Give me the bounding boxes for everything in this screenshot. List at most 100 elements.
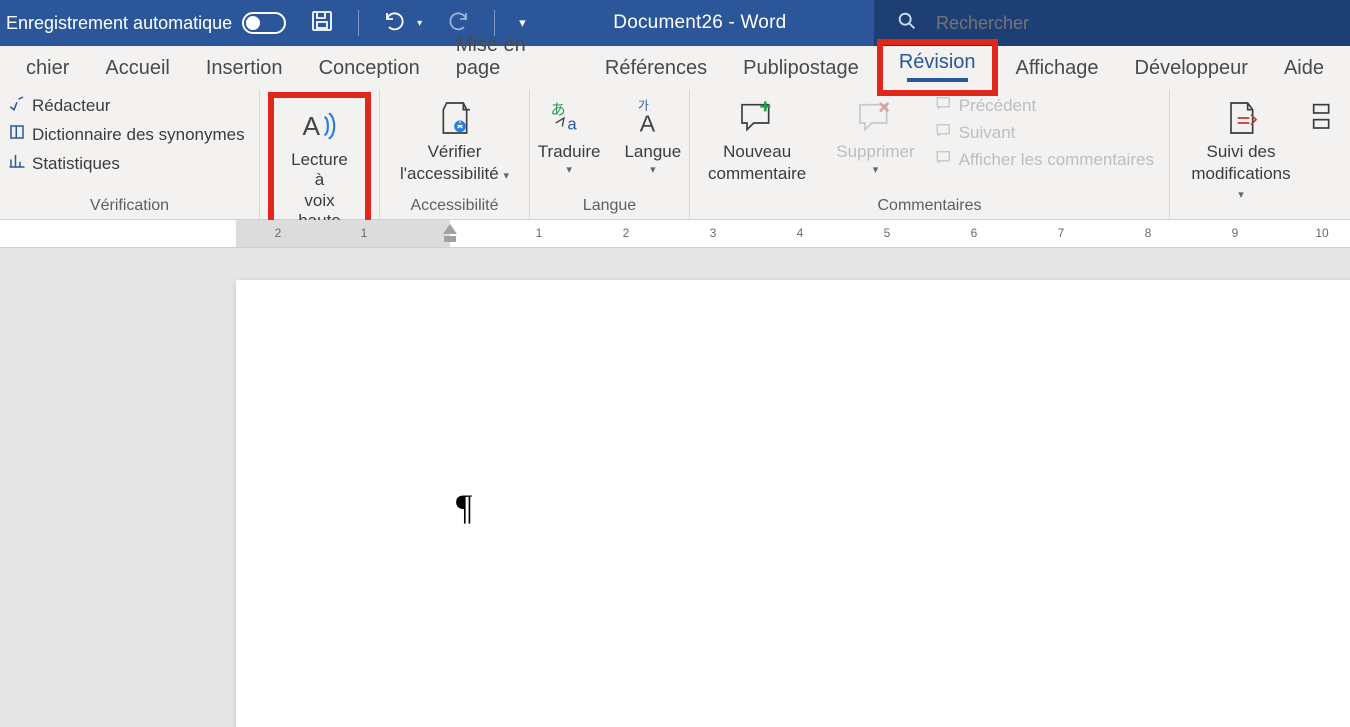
read-aloud-icon: A bbox=[299, 104, 341, 148]
traduire-button[interactable]: あa Traduire ▾ bbox=[528, 92, 611, 176]
chevron-down-icon: ▾ bbox=[1238, 189, 1244, 201]
suivi-label-1: Suivi des bbox=[1207, 142, 1276, 162]
ruler-number: 2 bbox=[623, 226, 630, 240]
ribbon-tabs: chier Accueil Insertion Conception Mise … bbox=[0, 46, 1350, 90]
group-verification: Rédacteur Dictionnaire des synonymes Sta… bbox=[0, 90, 260, 219]
tab-fichier[interactable]: chier bbox=[8, 49, 87, 90]
supprimer-commentaire-button[interactable]: Supprimer ▾ bbox=[826, 92, 924, 176]
tab-mise-en-page[interactable]: Mise en page bbox=[438, 26, 587, 90]
autosave-section: Enregistrement automatique bbox=[0, 12, 300, 34]
chevron-down-icon: ▾ bbox=[503, 170, 509, 182]
ruler-number: 10 bbox=[1315, 226, 1328, 240]
ruler-number: 7 bbox=[1058, 226, 1065, 240]
ruler-number: 4 bbox=[797, 226, 804, 240]
comment-prev-icon bbox=[935, 94, 953, 117]
tab-revision[interactable]: Révision bbox=[893, 47, 982, 84]
nouveau-commentaire-button[interactable]: Nouveau commentaire bbox=[698, 92, 816, 183]
afficher-label: Afficher les commentaires bbox=[959, 150, 1154, 170]
statistiques-button[interactable]: Statistiques bbox=[8, 152, 245, 175]
langue-button[interactable]: 가A Langue ▾ bbox=[614, 92, 691, 176]
tab-developpeur[interactable]: Développeur bbox=[1117, 49, 1266, 90]
track-changes-icon bbox=[1220, 96, 1262, 140]
ribbon: Rédacteur Dictionnaire des synonymes Sta… bbox=[0, 90, 1350, 220]
tab-references[interactable]: Références bbox=[587, 49, 725, 90]
comment-nav-list: Précédent Suivant Afficher les commentai… bbox=[935, 92, 1154, 171]
lecture-voix-haute-button[interactable]: A Lecture à voix haute bbox=[280, 100, 359, 230]
group-label: Vérification bbox=[8, 197, 251, 217]
highlight-lecture-voix-haute: A Lecture à voix haute bbox=[268, 92, 371, 238]
redacteur-label: Rédacteur bbox=[32, 96, 110, 116]
svg-text:あ: あ bbox=[551, 102, 566, 119]
paragraph-mark: ¶ bbox=[456, 486, 472, 528]
undo-icon[interactable] bbox=[383, 9, 407, 38]
suivant-label: Suivant bbox=[959, 123, 1016, 143]
search-input[interactable] bbox=[936, 13, 1328, 34]
group-fonction-vocale: A Lecture à voix haute Fonction vocale bbox=[260, 90, 380, 219]
traduire-label: Traduire bbox=[538, 142, 601, 162]
ruler-number: 8 bbox=[1145, 226, 1152, 240]
separator bbox=[358, 10, 359, 36]
langue-label: Langue bbox=[624, 142, 681, 162]
undo-dropdown-icon[interactable]: ▾ bbox=[417, 18, 422, 29]
dictionnaire-button[interactable]: Dictionnaire des synonymes bbox=[8, 123, 245, 146]
dictionnaire-label: Dictionnaire des synonymes bbox=[32, 125, 245, 145]
chevron-down-icon: ▾ bbox=[873, 164, 879, 177]
suivi-modifications-button[interactable]: Suivi des modifications ▾ bbox=[1178, 92, 1304, 203]
svg-text:A: A bbox=[302, 111, 320, 141]
show-comments-icon bbox=[935, 148, 953, 171]
group-langue: あa Traduire ▾ 가A Langue ▾ Langue bbox=[530, 90, 690, 219]
autosave-toggle[interactable] bbox=[242, 12, 286, 34]
precedent-button[interactable]: Précédent bbox=[935, 94, 1154, 117]
redacteur-icon bbox=[8, 94, 26, 117]
language-icon: 가A bbox=[633, 96, 673, 140]
precedent-label: Précédent bbox=[959, 96, 1037, 116]
group-label: Langue bbox=[538, 197, 681, 217]
nouveau-label-2: commentaire bbox=[708, 164, 806, 184]
ruler-number: 1 bbox=[536, 226, 543, 240]
group-label: Commentaires bbox=[698, 197, 1161, 217]
tab-aide[interactable]: Aide bbox=[1266, 49, 1342, 90]
comment-next-icon bbox=[935, 121, 953, 144]
save-icon[interactable] bbox=[310, 9, 334, 38]
suivant-button[interactable]: Suivant bbox=[935, 121, 1154, 144]
accessibility-icon bbox=[435, 96, 475, 140]
delete-comment-icon bbox=[854, 96, 896, 140]
track-options-icon bbox=[1312, 96, 1332, 140]
verifier-accessibilite-button[interactable]: Vérifier l'accessibilité ▾ bbox=[390, 92, 519, 183]
stats-icon bbox=[8, 152, 26, 175]
group-label: Accessibilité bbox=[388, 197, 521, 217]
verifier-label-2: l'accessibilité bbox=[400, 164, 499, 183]
horizontal-ruler[interactable]: 2 1 1 2 3 4 5 6 7 8 9 10 bbox=[0, 220, 1350, 248]
track-options-button[interactable] bbox=[1308, 92, 1342, 140]
chevron-down-icon: ▾ bbox=[650, 164, 656, 177]
group-suivi: Suivi des modifications ▾ bbox=[1170, 90, 1350, 219]
ruler-number: 1 bbox=[361, 226, 368, 240]
afficher-commentaires-button[interactable]: Afficher les commentaires bbox=[935, 148, 1154, 171]
book-icon bbox=[8, 123, 26, 146]
nouveau-label-1: Nouveau bbox=[723, 142, 791, 162]
ruler-number: 6 bbox=[971, 226, 978, 240]
group-accessibilite: Vérifier l'accessibilité ▾ Accessibilité bbox=[380, 90, 530, 219]
document-area: ¶ bbox=[0, 248, 1350, 717]
translate-icon: あa bbox=[549, 96, 589, 140]
ruler-number: 5 bbox=[884, 226, 891, 240]
ruler-number: 2 bbox=[275, 226, 282, 240]
ruler-number: 9 bbox=[1232, 226, 1239, 240]
tab-affichage[interactable]: Affichage bbox=[998, 49, 1117, 90]
document-page[interactable]: ¶ bbox=[236, 280, 1350, 727]
tab-publipostage[interactable]: Publipostage bbox=[725, 49, 877, 90]
lecture-label-1: Lecture à bbox=[290, 150, 349, 189]
svg-text:a: a bbox=[567, 115, 577, 134]
group-commentaires: Nouveau commentaire Supprimer ▾ Précéden… bbox=[690, 90, 1170, 219]
highlight-revision-tab: Révision bbox=[877, 39, 998, 96]
title-bar: Enregistrement automatique ▾ ▾ Document2… bbox=[0, 0, 1350, 46]
tab-accueil[interactable]: Accueil bbox=[87, 49, 187, 90]
new-comment-icon bbox=[736, 96, 778, 140]
tab-conception[interactable]: Conception bbox=[301, 49, 438, 90]
suivi-label-2: modifications bbox=[1191, 164, 1290, 183]
redacteur-button[interactable]: Rédacteur bbox=[8, 94, 245, 117]
statistiques-label: Statistiques bbox=[32, 154, 120, 174]
tab-insertion[interactable]: Insertion bbox=[188, 49, 301, 90]
svg-text:A: A bbox=[639, 110, 655, 136]
ruler-number: 3 bbox=[710, 226, 717, 240]
